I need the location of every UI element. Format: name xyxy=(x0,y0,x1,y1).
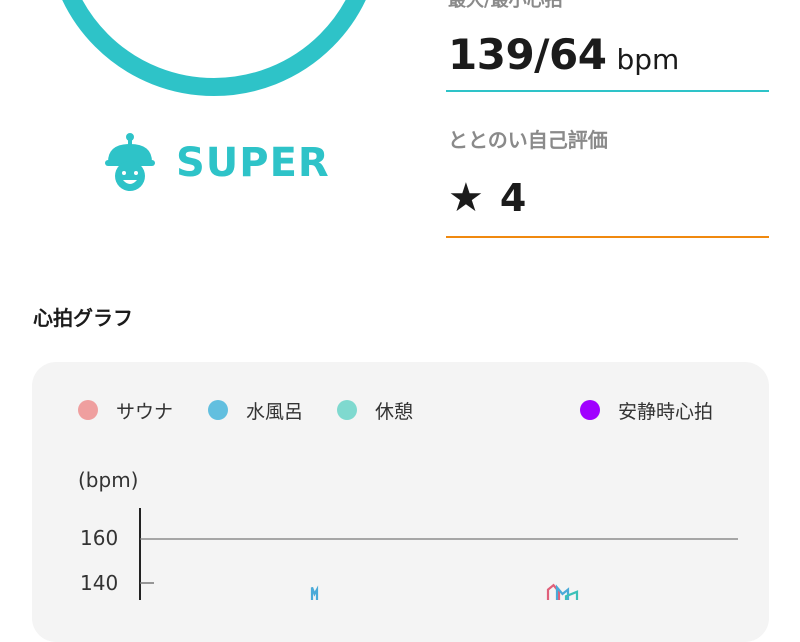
legend-dot-rest xyxy=(337,400,357,420)
score-ring-area xyxy=(0,0,430,130)
legend-dot-resting-hr xyxy=(580,400,600,420)
score-ring xyxy=(46,0,382,96)
level-label: SUPER xyxy=(176,140,330,186)
divider-orange xyxy=(446,236,769,238)
rating-row[interactable]: ★ 4 xyxy=(448,176,526,220)
rating-value: 4 xyxy=(499,176,527,220)
legend-label-sauna: サウナ xyxy=(116,400,174,423)
legend-label-water: 水風呂 xyxy=(246,400,304,423)
level-badge: SUPER xyxy=(104,132,330,194)
legend-resting-hr: 安静時心拍 xyxy=(580,398,714,423)
star-icon: ★ xyxy=(448,175,484,221)
legend-dot-sauna xyxy=(78,400,98,420)
legend-sauna: サウナ xyxy=(78,398,174,423)
legend-water: 水風呂 xyxy=(208,398,304,423)
legend-label-rest: 休憩 xyxy=(375,400,414,423)
y-axis-unit: (bpm) xyxy=(78,468,139,492)
graph-title: 心拍グラフ xyxy=(33,306,133,330)
legend-dot-water xyxy=(208,400,228,420)
rating-label: ととのい自己評価 xyxy=(448,128,608,152)
mascot-icon xyxy=(105,133,155,191)
legend-label-resting-hr: 安静時心拍 xyxy=(618,400,714,423)
y-tick-160: 160 xyxy=(80,526,119,550)
max-min-value-row: 139/64 bpm xyxy=(448,30,679,79)
max-min-value: 139/64 xyxy=(448,30,607,79)
max-min-label: 最大/最小心拍 xyxy=(448,0,563,11)
max-min-unit: bpm xyxy=(616,43,680,76)
y-tick-140: 140 xyxy=(80,571,119,595)
divider-teal xyxy=(446,90,769,92)
legend-rest: 休憩 xyxy=(337,398,414,423)
